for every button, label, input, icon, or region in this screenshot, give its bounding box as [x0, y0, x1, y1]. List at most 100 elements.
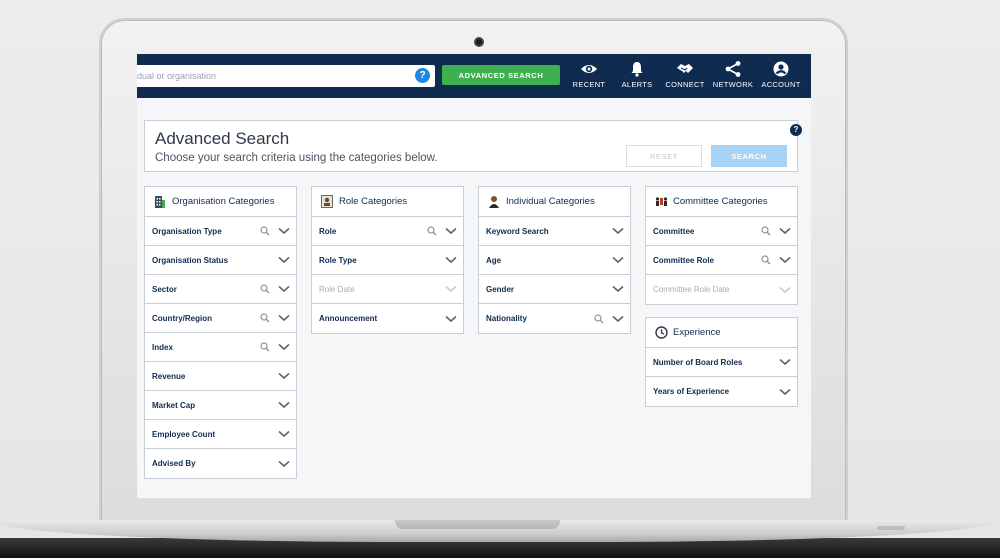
global-search-input[interactable]	[137, 65, 407, 87]
search-icon[interactable]	[260, 342, 270, 352]
filter-nationality[interactable]: Nationality	[479, 304, 630, 333]
search-icon[interactable]	[594, 313, 604, 324]
chevron-down-icon[interactable]	[278, 430, 290, 438]
nav-network[interactable]: NETWORK	[711, 59, 755, 93]
filter-label: Revenue	[152, 371, 186, 381]
advanced-search-button[interactable]: ADVANCED SEARCH	[442, 65, 560, 85]
chevron-down-icon[interactable]	[779, 227, 791, 235]
filter-label: Announcement	[319, 314, 378, 323]
chevron-down-icon[interactable]	[278, 460, 290, 468]
chevron-down-icon[interactable]	[278, 372, 290, 380]
reset-button[interactable]: RESET	[626, 145, 702, 167]
chevron-down-icon[interactable]	[278, 256, 290, 264]
filter-label: Committee	[653, 226, 695, 236]
panel-title: Committee Categories	[673, 196, 768, 207]
filter-organisation-status[interactable]: Organisation Status	[145, 246, 296, 275]
filter-label: Role	[319, 226, 337, 236]
filter-age[interactable]: Age	[479, 246, 630, 275]
filter-advised-by[interactable]: Advised By	[145, 449, 296, 478]
filter-sector[interactable]: Sector	[145, 275, 296, 304]
nav-recent-label: RECENT	[572, 80, 606, 89]
filter-label: Keyword Search	[486, 226, 549, 236]
committee-icon	[654, 195, 668, 209]
chevron-down-icon	[779, 286, 791, 293]
search-icon[interactable]	[761, 226, 771, 236]
filter-label: Age	[486, 255, 502, 265]
filter-country-region[interactable]: Country/Region	[145, 304, 296, 333]
chevron-down-icon[interactable]	[779, 256, 791, 264]
panel-organisation-categories: Organisation Categories Organisation Typ…	[144, 186, 297, 479]
search-icon[interactable]	[761, 255, 771, 265]
filter-keyword-search[interactable]: Keyword Search	[479, 217, 630, 246]
nav-account-label: ACCOUNT	[761, 80, 801, 89]
chevron-down-icon[interactable]	[445, 315, 457, 323]
filter-label: Market Cap	[152, 400, 196, 410]
chevron-down-icon[interactable]	[612, 256, 624, 264]
filter-announcement[interactable]: Announcement	[312, 304, 463, 333]
search-icon[interactable]	[260, 284, 270, 294]
filter-label: Number of Board Roles	[653, 357, 743, 367]
page-title: Advanced Search	[155, 129, 290, 148]
filter-market-cap[interactable]: Market Cap	[145, 391, 296, 420]
filter-label: Organisation Status	[152, 255, 229, 265]
chevron-down-icon[interactable]	[278, 343, 290, 351]
filter-index[interactable]: Index	[145, 333, 296, 362]
id-card-icon	[320, 195, 334, 209]
nav-alerts-label: ALERTS	[621, 80, 653, 89]
filter-employee-count[interactable]: Employee Count	[145, 420, 296, 449]
person-icon	[487, 195, 501, 209]
nav-alerts[interactable]: ALERTS	[618, 59, 656, 93]
panel-experience: Experience Number of Board Roles Years o…	[645, 317, 798, 407]
filter-label: Advised By	[152, 459, 196, 468]
panel-header: Experience	[646, 318, 797, 348]
panel-title: Individual Categories	[506, 196, 595, 207]
search-icon[interactable]	[260, 313, 270, 323]
help-icon[interactable]: ?	[790, 124, 802, 136]
filter-label: Country/Region	[152, 313, 212, 323]
chevron-down-icon[interactable]	[278, 401, 290, 409]
panel-role-categories: Role Categories Role Role Type Role Date…	[311, 186, 464, 334]
nav-network-label: NETWORK	[712, 80, 754, 89]
filter-role[interactable]: Role	[312, 217, 463, 246]
top-navigation-bar: ? ADVANCED SEARCH RECENT ALERTS CONNECT	[137, 54, 811, 98]
filter-gender[interactable]: Gender	[479, 275, 630, 304]
chevron-down-icon[interactable]	[278, 285, 290, 293]
chevron-down-icon[interactable]	[445, 227, 457, 235]
filter-label: Committee Role Date	[653, 285, 730, 294]
filter-label: Employee Count	[152, 429, 216, 439]
help-icon[interactable]: ?	[415, 68, 430, 83]
panel-title: Organisation Categories	[172, 196, 275, 207]
panel-title: Role Categories	[339, 196, 408, 207]
chevron-down-icon[interactable]	[612, 285, 624, 293]
chevron-down-icon	[445, 285, 457, 293]
filter-label: Sector	[152, 284, 177, 294]
nav-recent[interactable]: RECENT	[569, 59, 609, 93]
nav-connect[interactable]: CONNECT	[663, 59, 707, 93]
advanced-search-header: Advanced Search Choose your search crite…	[144, 120, 802, 172]
search-icon[interactable]	[427, 226, 437, 236]
chevron-down-icon[interactable]	[612, 315, 624, 323]
filter-years-of-experience[interactable]: Years of Experience	[646, 377, 797, 406]
filter-committee[interactable]: Committee	[646, 217, 797, 246]
panel-committee-categories: Committee Categories Committee Committee…	[645, 186, 798, 305]
chevron-down-icon[interactable]	[779, 388, 791, 396]
chevron-down-icon[interactable]	[779, 358, 791, 366]
filter-label: Committee Role	[653, 255, 714, 265]
filter-number-of-board-roles[interactable]: Number of Board Roles	[646, 348, 797, 377]
filter-organisation-type[interactable]: Organisation Type	[145, 217, 296, 246]
chevron-down-icon[interactable]	[278, 314, 290, 322]
laptop-notch	[395, 520, 560, 529]
search-button[interactable]: SEARCH	[711, 145, 787, 167]
filter-revenue[interactable]: Revenue	[145, 362, 296, 391]
panel-header: Committee Categories	[646, 187, 797, 217]
panel-individual-categories: Individual Categories Keyword Search Age…	[478, 186, 631, 334]
filter-role-type[interactable]: Role Type	[312, 246, 463, 275]
filter-committee-role-date: Committee Role Date	[646, 275, 797, 304]
screen: ? ADVANCED SEARCH RECENT ALERTS CONNECT	[137, 54, 811, 498]
chevron-down-icon[interactable]	[278, 227, 290, 235]
filter-committee-role[interactable]: Committee Role	[646, 246, 797, 275]
chevron-down-icon[interactable]	[445, 256, 457, 264]
nav-account[interactable]: ACCOUNT	[759, 59, 803, 93]
chevron-down-icon[interactable]	[612, 227, 624, 235]
search-icon[interactable]	[260, 226, 270, 236]
